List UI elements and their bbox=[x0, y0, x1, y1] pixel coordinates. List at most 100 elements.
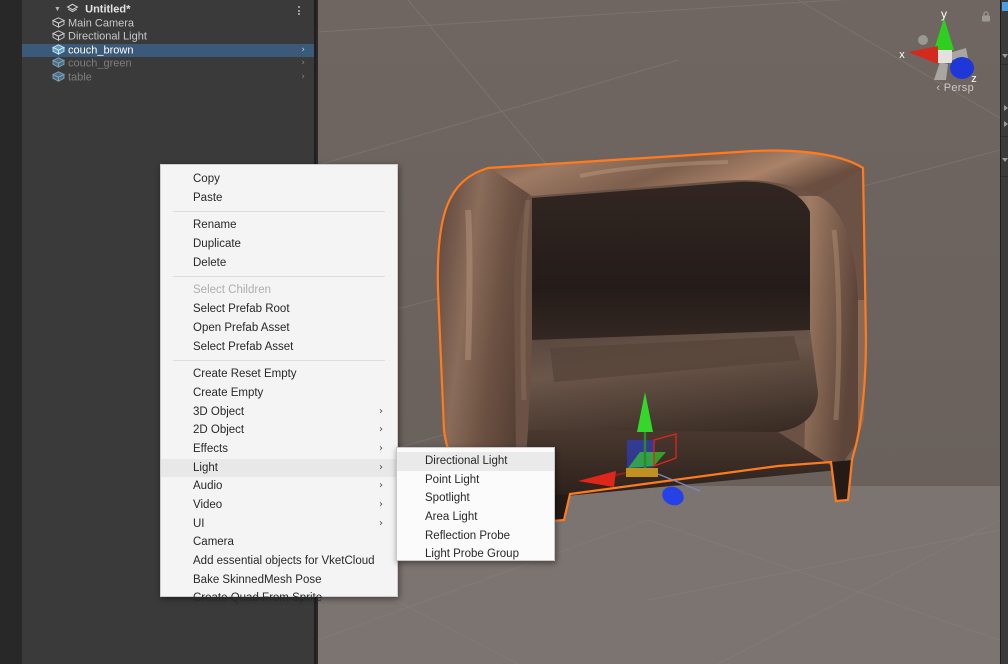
menu-item-label: Create Empty bbox=[193, 386, 264, 399]
hierarchy-item-couch-brown[interactable]: couch_brown › bbox=[22, 43, 314, 58]
menu-item-label: Video bbox=[193, 499, 223, 511]
chevron-down-icon[interactable] bbox=[1001, 52, 1008, 60]
gizmo-axis-z-arrow[interactable] bbox=[659, 484, 686, 509]
menu-item-bake-skinnedmesh-pose[interactable]: Bake SkinnedMesh Pose bbox=[161, 571, 397, 590]
hierarchy-item-couch-green[interactable]: couch_green › bbox=[22, 57, 314, 71]
chevron-down-icon[interactable]: ▼ bbox=[52, 3, 63, 17]
menu-item-camera[interactable]: Camera bbox=[161, 533, 397, 552]
projection-toggle-arrow[interactable]: ‹ bbox=[936, 82, 940, 94]
menu-item-rename[interactable]: Rename bbox=[161, 216, 397, 235]
submenu-item-point-light[interactable]: Point Light bbox=[397, 471, 554, 490]
menu-item-copy[interactable]: Copy bbox=[161, 170, 397, 189]
chevron-right-icon[interactable]: › bbox=[379, 459, 383, 478]
menu-item-label: Duplicate bbox=[193, 238, 241, 251]
chevron-right-icon[interactable]: › bbox=[379, 403, 383, 422]
gizmo-cone-neg-z[interactable] bbox=[918, 35, 928, 45]
kebab-icon[interactable] bbox=[294, 5, 304, 16]
gizmo-center-cube[interactable] bbox=[937, 49, 952, 63]
gizmo-x-cone[interactable] bbox=[908, 46, 938, 64]
menu-item-label: Paste bbox=[193, 191, 223, 204]
lock-icon[interactable] bbox=[980, 10, 992, 23]
submenu-item-directional-light[interactable]: Directional Light bbox=[397, 452, 554, 471]
submenu-item-reflection-probe[interactable]: Reflection Probe bbox=[397, 527, 554, 546]
chevron-right-icon[interactable]: › bbox=[301, 71, 305, 85]
hierarchy-context-menu[interactable]: Copy Paste Rename Duplicate Delete Select Chi… bbox=[160, 164, 398, 604]
prefab-cube-icon bbox=[51, 71, 66, 82]
menu-item-paste[interactable]: Paste bbox=[161, 189, 397, 208]
menu-item-label: Create Quad From Sprite bbox=[193, 592, 323, 605]
inspector-divider-3 bbox=[1001, 176, 1008, 177]
scene-view[interactable]: y x z ‹ Persp bbox=[318, 0, 1000, 664]
menu-item-light[interactable]: Light › bbox=[161, 458, 397, 478]
hierarchy-item-table[interactable]: table › bbox=[22, 71, 314, 85]
gizmo-center-handle[interactable] bbox=[626, 468, 658, 477]
chevron-right-icon[interactable]: › bbox=[379, 421, 383, 440]
unity-editor-window: ▼ Untitled* Main Camera Directional Light… bbox=[0, 0, 1008, 664]
menu-item-video[interactable]: Video › bbox=[161, 496, 397, 515]
menu-item-label: Select Prefab Root bbox=[193, 303, 290, 316]
hierarchy-item-label: table bbox=[68, 71, 92, 84]
hierarchy-rows-container: Main Camera Directional Light couch_brown ›… bbox=[22, 17, 314, 85]
chevron-right-icon[interactable] bbox=[1002, 104, 1008, 112]
menu-item-label: UI bbox=[193, 517, 205, 530]
menu-item-create-reset-empty[interactable]: Create Reset Empty bbox=[161, 365, 397, 384]
scene-icon bbox=[66, 3, 79, 14]
light-submenu[interactable]: Directional Light Point Light Spotlight Are… bbox=[396, 447, 555, 561]
scene-name-label: Untitled* bbox=[85, 3, 131, 16]
menu-item-label: 3D Object bbox=[193, 405, 245, 418]
menu-item-label: Audio bbox=[193, 480, 223, 493]
menu-item-effects[interactable]: Effects › bbox=[161, 440, 397, 459]
submenu-item-label: Area Light bbox=[425, 511, 478, 524]
projection-name: Persp bbox=[943, 82, 974, 94]
menu-item-label: Select Children bbox=[193, 284, 271, 297]
chevron-right-icon[interactable]: › bbox=[379, 477, 383, 496]
menu-item-select-prefab-root[interactable]: Select Prefab Root bbox=[161, 300, 397, 319]
submenu-item-light-probe-group[interactable]: Light Probe Group bbox=[397, 545, 554, 564]
gizmo-cone-neg-y[interactable] bbox=[934, 62, 948, 80]
submenu-item-label: Directional Light bbox=[425, 455, 508, 467]
menu-item-add-essential-objects-for-vketcloud[interactable]: Add essential objects for VketCloud bbox=[161, 552, 397, 571]
submenu-item-label: Light Probe Group bbox=[425, 548, 519, 561]
prefab-cube-icon bbox=[51, 57, 66, 69]
menu-item-select-prefab-asset[interactable]: Select Prefab Asset bbox=[161, 338, 397, 357]
chevron-down-icon-2[interactable] bbox=[1001, 156, 1008, 164]
couch-spec-left bbox=[465, 209, 473, 361]
menu-separator bbox=[173, 276, 385, 278]
menu-item-duplicate[interactable]: Duplicate bbox=[161, 235, 397, 254]
submenu-item-label: Point Light bbox=[425, 473, 480, 486]
menu-item-label: Select Prefab Asset bbox=[193, 340, 294, 353]
menu-item-audio[interactable]: Audio › bbox=[161, 477, 397, 496]
menu-item-label: Copy bbox=[193, 173, 220, 185]
menu-item-3d-object[interactable]: 3D Object › bbox=[161, 403, 397, 422]
inspector-divider-1 bbox=[1001, 64, 1008, 65]
chevron-right-icon[interactable]: › bbox=[379, 515, 383, 534]
gizmo-x-label: x bbox=[899, 49, 905, 61]
menu-item-2d-object[interactable]: 2D Object › bbox=[161, 421, 397, 440]
gameobject-cube-icon bbox=[51, 16, 66, 28]
hierarchy-item-directional-light[interactable]: Directional Light bbox=[22, 30, 314, 44]
hierarchy-item-main-camera[interactable]: Main Camera bbox=[22, 17, 314, 31]
menu-item-create-empty[interactable]: Create Empty bbox=[161, 384, 397, 403]
chevron-right-icon[interactable]: › bbox=[379, 496, 383, 515]
menu-item-label: Bake SkinnedMesh Pose bbox=[193, 573, 322, 586]
menu-item-open-prefab-asset[interactable]: Open Prefab Asset bbox=[161, 319, 397, 338]
menu-item-label: Add essential objects for VketCloud bbox=[193, 555, 375, 568]
chevron-right-icon-2[interactable] bbox=[1002, 120, 1008, 128]
chevron-right-icon[interactable]: › bbox=[301, 57, 305, 71]
hierarchy-scene-root[interactable]: ▼ Untitled* bbox=[22, 3, 314, 17]
menu-item-ui[interactable]: UI › bbox=[161, 515, 397, 534]
inspector-panel-sliver[interactable] bbox=[1000, 0, 1008, 664]
gameobject-cube-icon bbox=[51, 30, 66, 42]
chevron-right-icon[interactable]: › bbox=[301, 44, 305, 58]
menu-item-label: Create Reset Empty bbox=[193, 368, 297, 381]
menu-item-delete[interactable]: Delete bbox=[161, 254, 397, 273]
submenu-item-label: Reflection Probe bbox=[425, 529, 511, 542]
menu-item-label: Open Prefab Asset bbox=[193, 321, 290, 334]
submenu-item-area-light[interactable]: Area Light bbox=[397, 508, 554, 527]
menu-item-create-quad-from-sprite[interactable]: Create Quad From Sprite bbox=[161, 589, 397, 608]
gizmo-y-cone[interactable] bbox=[934, 18, 954, 50]
inspector-icon-badge bbox=[1002, 2, 1008, 11]
submenu-item-spotlight[interactable]: Spotlight bbox=[397, 489, 554, 508]
chevron-right-icon[interactable]: › bbox=[379, 440, 383, 459]
projection-mode-label[interactable]: ‹ Persp bbox=[936, 82, 974, 94]
